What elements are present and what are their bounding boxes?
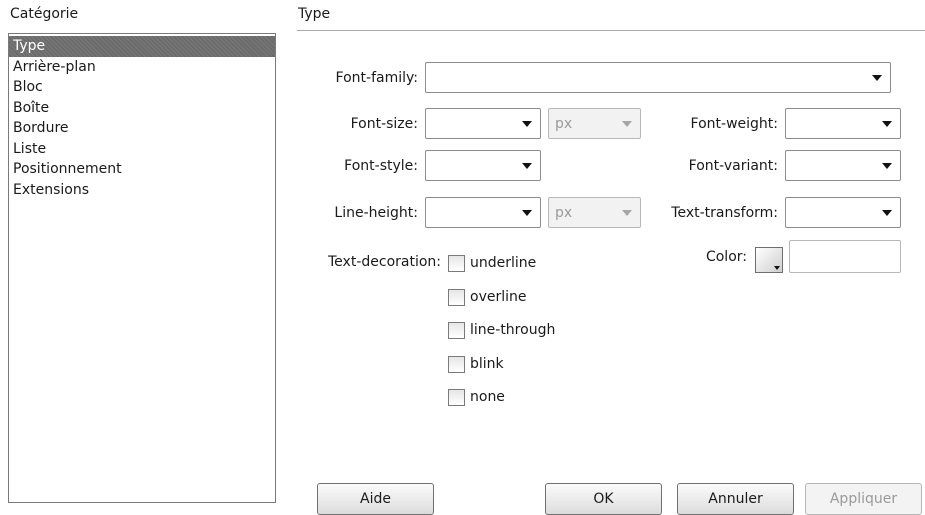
text-transform-label: Text-transform: [671,205,778,221]
chevron-down-icon [872,74,882,81]
font-family-select[interactable] [425,62,891,93]
chevron-down-icon [622,209,632,216]
cancel-button[interactable]: Annuler [677,483,794,515]
underline-checkbox[interactable] [448,255,465,272]
font-size-unit-select[interactable]: px [548,108,641,139]
category-item-background[interactable]: Arrière-plan [9,57,275,78]
color-picker-button[interactable] [755,247,783,273]
category-item-border[interactable]: Bordure [9,118,275,139]
section-divider [297,30,925,31]
line-through-checkbox[interactable] [448,322,465,339]
font-family-label: Font-family: [335,70,418,86]
category-item-extensions[interactable]: Extensions [9,180,275,201]
line-height-unit-value: px [555,205,573,221]
overline-checkbox[interactable] [448,289,465,306]
category-item-positioning[interactable]: Positionnement [9,159,275,180]
category-item-list[interactable]: Liste [9,139,275,160]
underline-label: underline [470,255,537,271]
blink-checkbox[interactable] [448,356,465,373]
font-size-select[interactable] [425,108,541,139]
category-item-block[interactable]: Bloc [9,77,275,98]
category-item-box[interactable]: Boîte [9,98,275,119]
help-button[interactable]: Aide [317,483,434,515]
text-decoration-label: Text-decoration: [328,254,441,270]
category-label: Catégorie [10,6,79,22]
color-picker-icon [774,266,780,270]
line-height-select[interactable] [425,197,541,228]
overline-label: overline [470,289,527,305]
font-variant-label: Font-variant: [688,158,778,174]
font-size-unit-value: px [555,116,573,132]
font-style-select[interactable] [425,150,541,181]
ok-button[interactable]: OK [545,483,662,515]
color-label: Color: [705,249,747,265]
font-weight-label: Font-weight: [690,116,778,132]
chevron-down-icon [522,120,532,127]
line-height-label: Line-height: [334,205,418,221]
none-checkbox[interactable] [448,389,465,406]
blink-label: blink [470,356,504,372]
chevron-down-icon [882,162,892,169]
apply-button[interactable]: Appliquer [805,483,922,515]
line-through-label: line-through [470,322,556,338]
font-variant-select[interactable] [785,150,901,181]
chevron-down-icon [522,162,532,169]
category-item-type[interactable]: Type [9,36,275,57]
none-label: none [470,389,505,405]
font-weight-select[interactable] [785,108,901,139]
text-transform-select[interactable] [785,197,901,228]
section-title: Type [298,6,331,22]
chevron-down-icon [882,209,892,216]
chevron-down-icon [882,120,892,127]
line-height-unit-select[interactable]: px [548,197,641,228]
color-input[interactable] [789,240,901,273]
chevron-down-icon [522,209,532,216]
chevron-down-icon [622,120,632,127]
font-size-label: Font-size: [350,116,418,132]
category-list[interactable]: Type Arrière-plan Bloc Boîte Bordure Lis… [8,33,276,503]
font-style-label: Font-style: [344,158,418,174]
